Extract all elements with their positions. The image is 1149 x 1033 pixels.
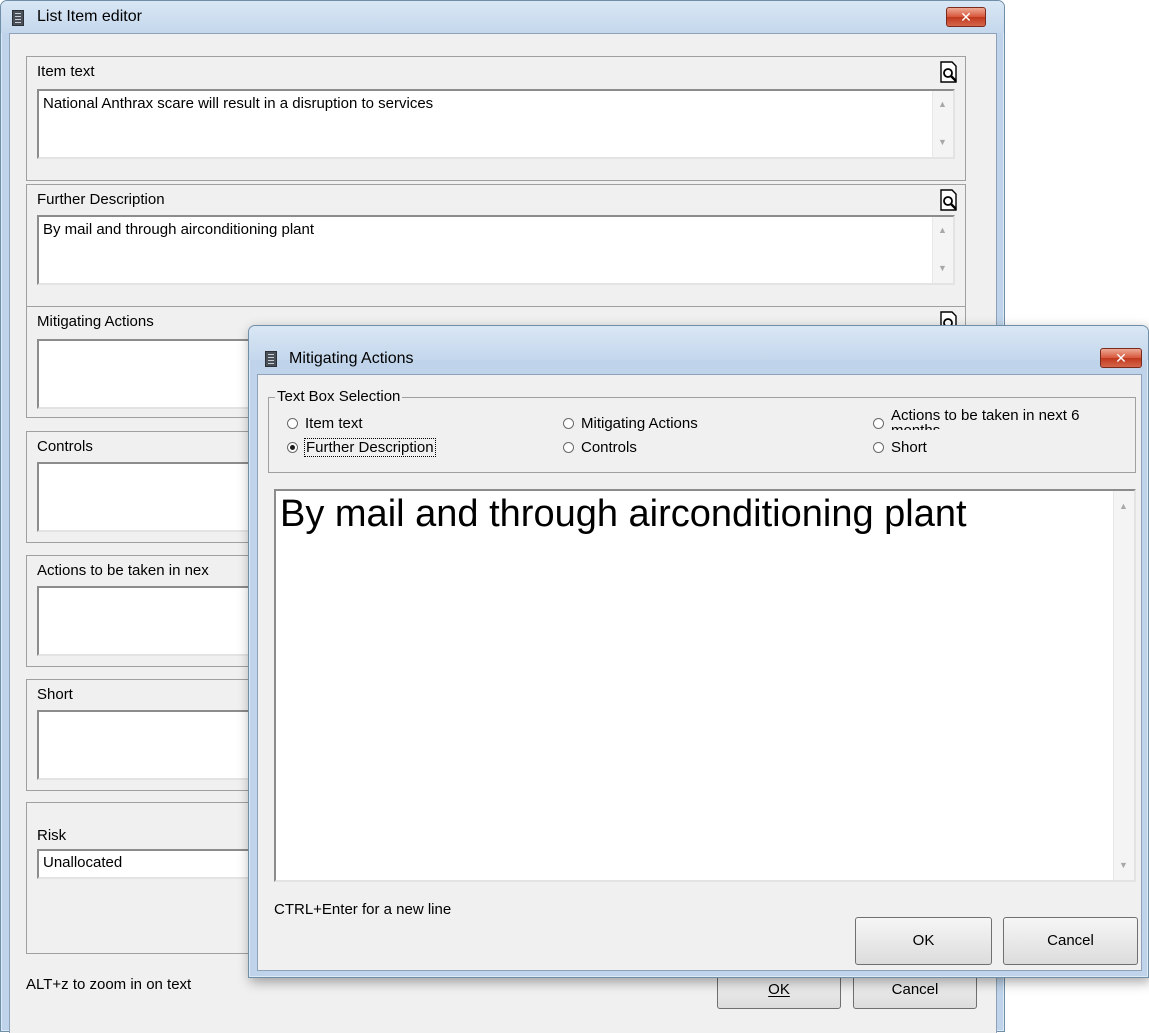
dialog-client-area: Text Box Selection Item text Further Des… bbox=[257, 374, 1142, 971]
item-text-value: National Anthrax scare will result in a … bbox=[43, 95, 434, 112]
close-button[interactable]: ✕ bbox=[946, 7, 986, 27]
item-text-field[interactable]: National Anthrax scare will result in a … bbox=[37, 89, 955, 159]
zoom-hint: ALT+z to zoom in on text bbox=[26, 976, 192, 993]
mitigating-actions-label: Mitigating Actions bbox=[37, 313, 154, 330]
window-title: List Item editor bbox=[37, 8, 142, 25]
further-description-label: Further Description bbox=[37, 191, 165, 208]
mitigating-actions-dialog: Mitigating Actions ✕ Text Box Selection … bbox=[248, 325, 1149, 978]
scroll-up-icon[interactable]: ▲ bbox=[1119, 501, 1128, 511]
short-label: Short bbox=[37, 686, 73, 703]
actions-label: Actions to be taken in nex bbox=[37, 562, 209, 579]
text-box-selection-group: Text Box Selection Item text Further Des… bbox=[268, 388, 1136, 473]
magnifier-document-icon[interactable] bbox=[939, 189, 959, 211]
scroll-down-icon[interactable]: ▼ bbox=[938, 137, 947, 147]
magnifier-document-icon[interactable] bbox=[939, 61, 959, 83]
controls-label: Controls bbox=[37, 438, 93, 455]
radio-label: Actions to be taken in next 6 months bbox=[891, 408, 1080, 430]
dialog-cancel-button[interactable]: Cancel bbox=[1003, 917, 1138, 965]
further-description-scrollbar[interactable]: ▲ ▼ bbox=[932, 217, 953, 283]
radio-label: Further Description bbox=[304, 438, 436, 457]
radio-dot bbox=[873, 442, 884, 453]
radio-dot bbox=[873, 418, 884, 429]
item-text-group: Item text National Anthrax scare will re… bbox=[26, 56, 966, 181]
dialog-title-bar[interactable]: Mitigating Actions ✕ bbox=[249, 326, 1148, 368]
scroll-down-icon[interactable]: ▼ bbox=[938, 263, 947, 273]
risk-value: Unallocated bbox=[43, 854, 123, 871]
dialog-cancel-button-label: Cancel bbox=[1047, 932, 1094, 949]
radio-label: Mitigating Actions bbox=[581, 415, 698, 432]
radio-dot bbox=[563, 418, 574, 429]
dialog-title: Mitigating Actions bbox=[289, 350, 414, 367]
further-description-value: By mail and through airconditioning plan… bbox=[43, 221, 315, 238]
dialog-ok-button[interactable]: OK bbox=[855, 917, 992, 965]
radio-label: Item text bbox=[305, 415, 363, 432]
zoom-text-scrollbar[interactable]: ▲ ▼ bbox=[1113, 491, 1134, 880]
scroll-up-icon[interactable]: ▲ bbox=[938, 99, 947, 109]
radio-dot bbox=[287, 418, 298, 429]
radio-label: Controls bbox=[581, 439, 637, 456]
risk-label: Risk bbox=[37, 827, 67, 844]
item-text-scrollbar[interactable]: ▲ ▼ bbox=[932, 91, 953, 157]
further-description-group: Further Description By mail and through … bbox=[26, 184, 966, 309]
radio-dot bbox=[563, 442, 574, 453]
text-box-selection-label: Text Box Selection bbox=[275, 388, 403, 405]
ok-button-label: OK bbox=[768, 981, 790, 998]
new-line-hint: CTRL+Enter for a new line bbox=[274, 901, 452, 918]
further-description-field[interactable]: By mail and through airconditioning plan… bbox=[37, 215, 955, 285]
dialog-ok-button-label: OK bbox=[912, 932, 935, 949]
zoom-text-area[interactable]: By mail and through airconditioning plan… bbox=[274, 489, 1136, 882]
dialog-close-button[interactable]: ✕ bbox=[1100, 348, 1142, 368]
item-text-label: Item text bbox=[37, 63, 95, 80]
scroll-down-icon[interactable]: ▼ bbox=[1119, 860, 1128, 870]
radio-label: Short bbox=[891, 439, 927, 456]
zoom-text-content: By mail and through airconditioning plan… bbox=[280, 493, 967, 535]
radio-dot-selected bbox=[287, 442, 298, 453]
cancel-button-label: Cancel bbox=[891, 981, 939, 998]
calculator-icon bbox=[12, 10, 24, 26]
calculator-icon bbox=[265, 351, 277, 367]
title-bar[interactable]: List Item editor ✕ bbox=[1, 1, 1004, 33]
scroll-up-icon[interactable]: ▲ bbox=[938, 225, 947, 235]
